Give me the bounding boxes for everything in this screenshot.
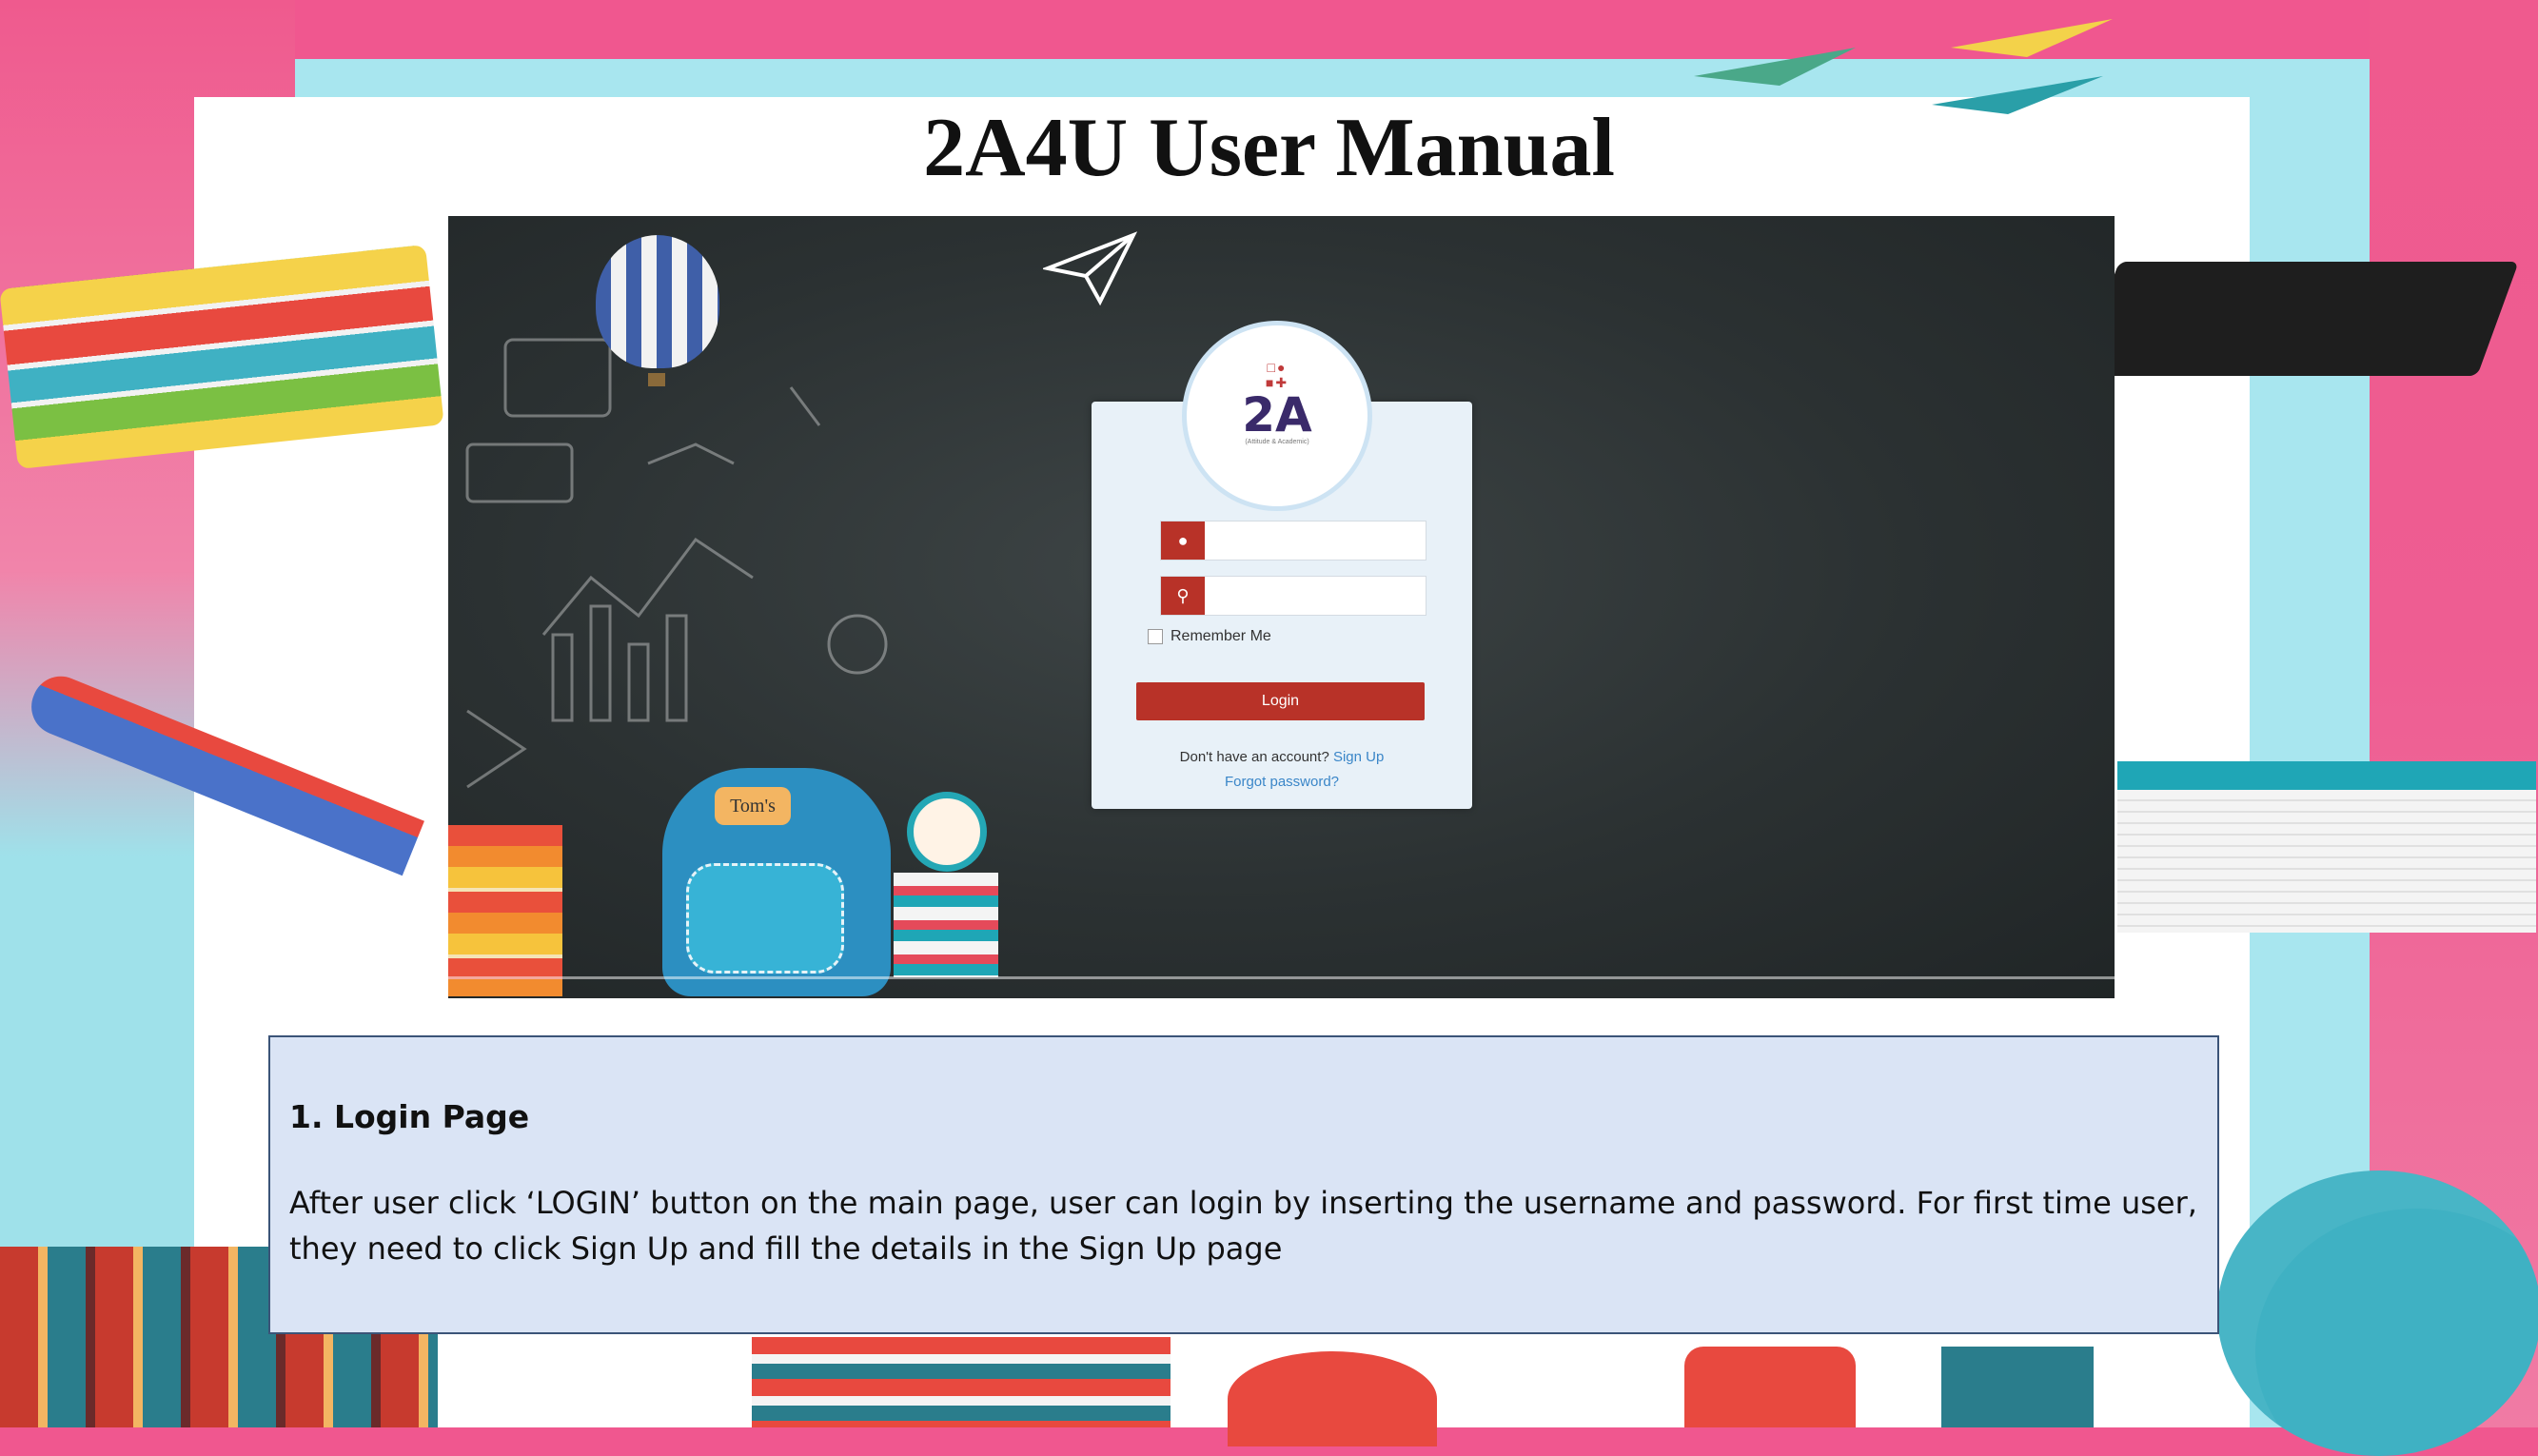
remember-me[interactable]: Remember Me <box>1148 628 1271 645</box>
remember-me-label: Remember Me <box>1171 628 1271 644</box>
description-box: 1. Login Page After user click ‘LOGIN’ b… <box>268 1035 2219 1334</box>
user-icon: ● <box>1161 521 1205 560</box>
paper-plane-icon <box>1043 231 1138 306</box>
logo-tagline: (Attitude & Academic) <box>1245 439 1309 445</box>
colored-pencils-decoration <box>448 825 562 996</box>
pen-cup-decoration <box>1941 1347 2094 1427</box>
signup-link[interactable]: Sign Up <box>1333 749 1384 765</box>
balloon-basket <box>648 373 665 386</box>
open-book-decoration <box>2117 761 2536 933</box>
username-field[interactable]: ● <box>1160 521 1426 561</box>
username-input[interactable] <box>1209 525 1422 556</box>
paper-planes-decoration <box>1694 19 2113 114</box>
graduation-cap-decoration <box>2077 262 2519 376</box>
logo-text: 2A <box>1242 387 1312 443</box>
login-screenshot: Tom's □● ■✚ 2A (Attitude & Academic) ● ⚲ … <box>448 216 2115 998</box>
book-stack-decoration <box>894 873 998 977</box>
section-heading: 1. Login Page <box>289 1098 530 1135</box>
key-icon: ⚲ <box>1161 577 1205 615</box>
backpack-pocket <box>686 863 844 974</box>
chalk-line <box>448 976 2115 979</box>
no-account-text: Don't have an account? <box>1179 749 1329 765</box>
page-title: 2A4U User Manual <box>923 102 1615 194</box>
logo: □● ■✚ 2A (Attitude & Academic) <box>1187 325 1367 506</box>
backpack-tag: Tom's <box>715 787 791 825</box>
password-field[interactable]: ⚲ <box>1160 576 1426 616</box>
bottom-books-decoration <box>752 1337 1171 1427</box>
remember-me-checkbox[interactable] <box>1148 628 1163 644</box>
section-body: After user click ‘LOGIN’ button on the m… <box>289 1185 2197 1267</box>
globe-decoration <box>2217 1171 2538 1456</box>
cup-decoration <box>1684 1347 1856 1427</box>
forgot-password-link[interactable]: Forgot password? <box>1092 774 1472 790</box>
hot-air-balloon-decoration <box>596 235 719 368</box>
signup-row: Don't have an account? Sign Up <box>1092 749 1472 765</box>
alarm-clock-decoration <box>907 792 987 872</box>
apple-decoration <box>1228 1351 1437 1446</box>
password-input[interactable] <box>1209 580 1422 611</box>
login-button[interactable]: Login <box>1136 682 1425 720</box>
